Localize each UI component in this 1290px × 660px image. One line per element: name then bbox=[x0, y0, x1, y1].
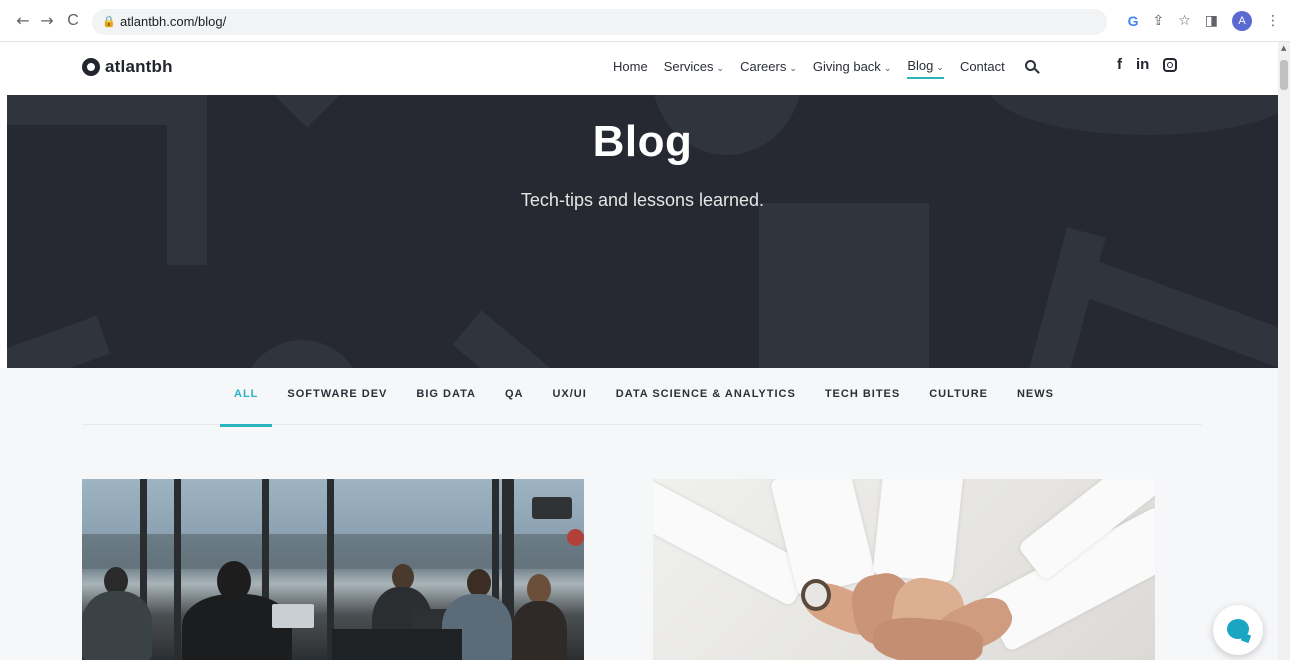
share-icon[interactable]: ⇪ bbox=[1152, 9, 1164, 33]
tab-big-data[interactable]: BIG DATA bbox=[416, 388, 476, 400]
browser-actions: G ⇪ ☆ ◨ A ⋮ bbox=[1128, 9, 1280, 33]
nav-blog-label: Blog bbox=[907, 58, 934, 73]
nav-home-label: Home bbox=[613, 59, 648, 74]
profile-avatar[interactable]: A bbox=[1232, 11, 1252, 31]
hero-decor-shape bbox=[759, 203, 929, 368]
page-scrollbar[interactable]: ▲ bbox=[1278, 42, 1290, 660]
back-icon[interactable]: ← bbox=[14, 12, 32, 30]
tab-all[interactable]: ALL bbox=[219, 388, 274, 427]
chevron-down-icon: ⌄ bbox=[716, 64, 725, 74]
nav-giving-back-label: Giving back bbox=[812, 59, 881, 74]
reload-icon[interactable]: C bbox=[64, 12, 82, 30]
hero-banner: Blog Tech-tips and lessons learned. bbox=[7, 95, 1278, 368]
tab-qa[interactable]: QA bbox=[505, 388, 524, 400]
site-logo[interactable]: atlantbh bbox=[82, 57, 173, 77]
nav-blog[interactable]: Blog ⌄ bbox=[907, 58, 944, 79]
social-links: f in bbox=[1117, 56, 1178, 73]
category-filter-bar: ALL SOFTWARE DEV BIG DATA QA UX/UI DATA … bbox=[82, 368, 1202, 427]
hero-decor-shape bbox=[1077, 258, 1278, 368]
hero-decor-shape bbox=[7, 315, 111, 368]
logo-text: atlantbh bbox=[105, 57, 173, 76]
nav-services-label: Services bbox=[663, 59, 714, 74]
lock-icon[interactable]: 🔒 bbox=[102, 15, 116, 28]
main-nav: Home Services ⌄ Careers ⌄ Giving back ⌄ Blo… bbox=[613, 58, 1040, 79]
chevron-down-icon: ⌄ bbox=[936, 63, 944, 73]
browser-menu-icon[interactable]: ⋮ bbox=[1266, 9, 1280, 33]
nav-services[interactable]: Services ⌄ bbox=[664, 59, 724, 78]
address-bar[interactable]: 🔒 atlantbh.com/blog/ bbox=[92, 9, 1107, 35]
nav-giving-back[interactable]: Giving back ⌄ bbox=[813, 59, 891, 78]
page-title: Blog bbox=[592, 117, 693, 166]
scroll-thumb[interactable] bbox=[1280, 60, 1288, 90]
side-panel-icon[interactable]: ◨ bbox=[1205, 9, 1218, 33]
tab-news[interactable]: NEWS bbox=[1017, 388, 1054, 400]
nav-careers[interactable]: Careers ⌄ bbox=[740, 59, 797, 78]
nav-home[interactable]: Home bbox=[613, 59, 648, 78]
chevron-down-icon: ⌄ bbox=[789, 64, 797, 74]
page-subtitle: Tech-tips and lessons learned. bbox=[520, 190, 765, 210]
blog-post-image[interactable] bbox=[82, 479, 584, 660]
linkedin-icon[interactable]: in bbox=[1136, 56, 1149, 73]
chevron-down-icon: ⌄ bbox=[883, 64, 892, 74]
blog-post-image[interactable] bbox=[653, 479, 1155, 660]
blog-listing: ALL SOFTWARE DEV BIG DATA QA UX/UI DATA … bbox=[0, 368, 1278, 660]
search-icon[interactable] bbox=[1024, 59, 1040, 74]
tab-culture[interactable]: CULTURE bbox=[929, 388, 988, 400]
nav-contact-label: Contact bbox=[959, 59, 1005, 74]
scroll-up-icon[interactable]: ▲ bbox=[1281, 44, 1286, 52]
tab-software-dev[interactable]: SOFTWARE DEV bbox=[287, 388, 387, 400]
forward-icon[interactable]: → bbox=[38, 12, 56, 30]
instagram-icon[interactable] bbox=[1163, 57, 1178, 72]
browser-toolbar: ← → C 🔒 atlantbh.com/blog/ G ⇪ ☆ ◨ A ⋮ bbox=[0, 0, 1290, 42]
nav-contact[interactable]: Contact bbox=[960, 59, 1005, 78]
tab-tech-bites[interactable]: TECH BITES bbox=[825, 388, 900, 400]
tab-data-science[interactable]: DATA SCIENCE & ANALYTICS bbox=[616, 388, 796, 400]
site-header: atlantbh Home Services ⌄ Careers ⌄ Giving … bbox=[0, 42, 1278, 95]
chat-bubble-icon bbox=[1227, 619, 1249, 639]
chat-widget-button[interactable] bbox=[1213, 605, 1263, 655]
star-icon[interactable]: ☆ bbox=[1178, 9, 1191, 33]
tab-ux-ui[interactable]: UX/UI bbox=[552, 388, 586, 400]
category-tabs: ALL SOFTWARE DEV BIG DATA QA UX/UI DATA … bbox=[219, 388, 1083, 427]
hero-decor-shape bbox=[242, 340, 362, 368]
logo-mark-icon bbox=[82, 58, 100, 76]
hero-decor-shape bbox=[452, 310, 673, 368]
facebook-icon[interactable]: f bbox=[1117, 56, 1122, 73]
google-icon[interactable]: G bbox=[1128, 9, 1139, 33]
wristwatch bbox=[801, 579, 831, 611]
nav-careers-label: Careers bbox=[740, 59, 787, 74]
url-text[interactable]: atlantbh.com/blog/ bbox=[120, 14, 226, 29]
